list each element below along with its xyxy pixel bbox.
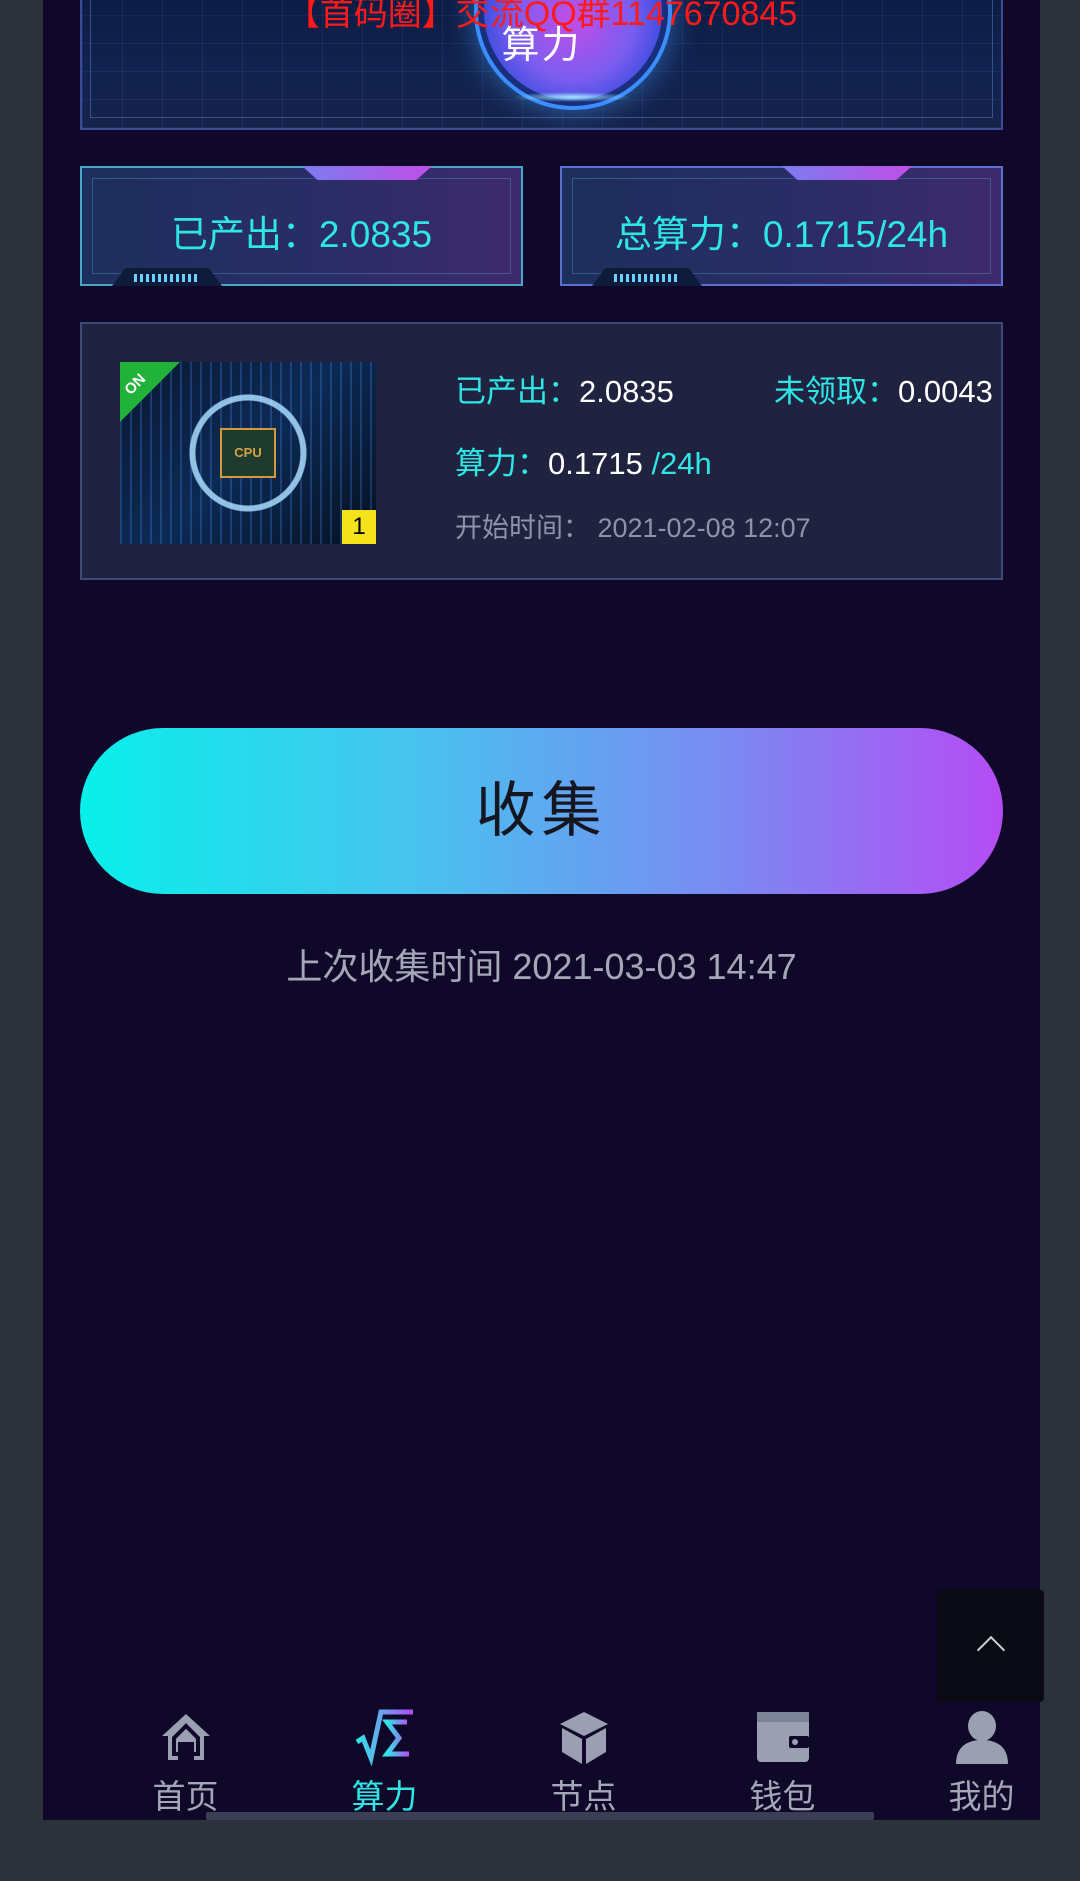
home-icon xyxy=(162,1714,210,1760)
miner-unclaimed: 未领取：0.0043 xyxy=(774,366,993,411)
miner-power-unit: /24h xyxy=(642,446,712,481)
nav-label-power: 算力 xyxy=(351,1778,418,1815)
user-icon xyxy=(956,1711,1008,1764)
miner-unclaimed-label: 未领取： xyxy=(774,374,898,409)
hero-banner: 【首码圈】交流QQ群1147670845 算力 xyxy=(80,0,1003,130)
miner-start-time: 开始时间： 2021-02-08 12:07 xyxy=(455,506,811,545)
miner-power-value: 0.1715 xyxy=(548,446,643,481)
wallet-icon xyxy=(757,1712,809,1762)
bottom-nav: 首页 算力 节点 钱包 我的 xyxy=(43,1686,1040,1820)
sqrt-sigma-icon xyxy=(355,1709,413,1766)
nav-item-wallet[interactable]: 钱包 xyxy=(683,1686,882,1820)
stat-bottom-tab xyxy=(592,268,702,286)
nav-label-wallet: 钱包 xyxy=(749,1778,816,1815)
level-badge: 1 xyxy=(342,510,376,544)
cpu-chip-icon: CPU xyxy=(220,428,276,478)
miner-card[interactable]: ON CPU 1 已产出：2.0835 未领取：0.0043 算力：0.1715… xyxy=(80,322,1003,580)
nav-item-home[interactable]: 首页 xyxy=(86,1686,285,1820)
nav-item-node[interactable]: 节点 xyxy=(484,1686,683,1820)
nav-label-me: 我的 xyxy=(948,1778,1015,1815)
total-power-label: 总算力： xyxy=(614,214,763,255)
miner-thumbnail: ON CPU 1 xyxy=(120,362,376,544)
total-power-stat-box: 总算力：0.1715/24h xyxy=(560,166,1003,286)
nav-item-me[interactable]: 我的 xyxy=(882,1686,1040,1820)
miner-power: 算力：0.1715 /24h xyxy=(455,438,712,483)
back-to-top-button[interactable] xyxy=(937,1590,1044,1702)
app-screen: 【首码圈】交流QQ群1147670845 算力 已产出：2.0835 总算力：0… xyxy=(43,0,1040,1820)
miner-start-label: 开始时间： xyxy=(455,513,590,543)
collect-button[interactable]: 收集 xyxy=(80,728,1003,894)
orb-glow xyxy=(512,92,632,102)
nav-item-power[interactable]: 算力 xyxy=(285,1686,484,1820)
miner-power-label: 算力： xyxy=(455,446,548,481)
produced-stat-label: 已产出： xyxy=(170,214,319,255)
stat-top-tab xyxy=(782,166,912,180)
nav-label-home: 首页 xyxy=(152,1778,219,1815)
orb-label: 算力 xyxy=(501,25,582,67)
miner-produced-value: 2.0835 xyxy=(579,374,674,409)
total-power-stat: 总算力：0.1715/24h xyxy=(562,204,1001,258)
nav-label-node: 节点 xyxy=(550,1778,617,1815)
miner-produced: 已产出：2.0835 xyxy=(455,366,674,411)
home-indicator-bar xyxy=(206,1812,874,1820)
produced-stat-box: 已产出：2.0835 xyxy=(80,166,523,286)
produced-stat: 已产出：2.0835 xyxy=(82,204,521,258)
produced-stat-value: 2.0835 xyxy=(318,214,433,255)
miner-produced-label: 已产出： xyxy=(455,374,579,409)
stat-bottom-tab xyxy=(112,268,222,286)
last-collect-time: 上次收集时间 2021-03-03 14:47 xyxy=(286,946,797,987)
miner-start-value: 2021-02-08 12:07 xyxy=(590,513,811,543)
stat-top-tab xyxy=(302,166,432,180)
miner-unclaimed-value: 0.0043 xyxy=(898,374,993,409)
total-power-value: 0.1715/24h xyxy=(762,214,949,255)
cube-icon xyxy=(560,1712,608,1764)
